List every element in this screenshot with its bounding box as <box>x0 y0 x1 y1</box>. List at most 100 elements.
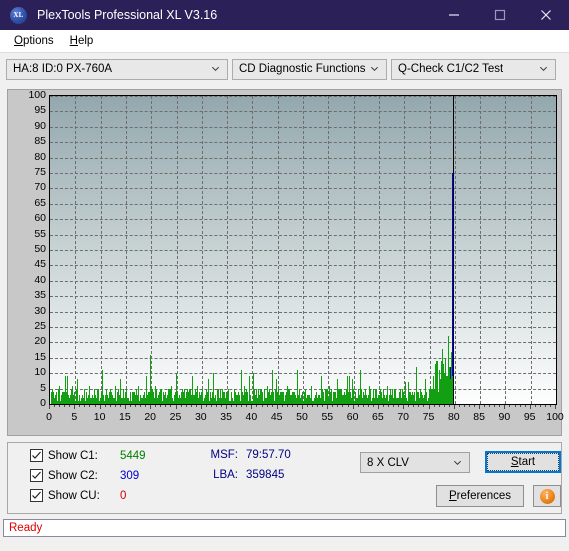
x-axis-tick-label: 85 <box>473 411 485 423</box>
show-c2-label: Show C2: <box>48 469 98 482</box>
menu-help-accel: H <box>69 34 78 47</box>
gridline-horizontal <box>50 327 556 328</box>
x-axis-tick-label: 10 <box>93 411 106 423</box>
show-c2-row: Show C2: 309 <box>30 469 139 482</box>
x-axis-tick-label: 0 <box>46 411 52 423</box>
preferences-button[interactable]: Preferences <box>436 485 524 507</box>
c2-value: 309 <box>120 469 140 482</box>
gridline-vertical <box>252 96 253 404</box>
menu-item-options[interactable]: Options <box>6 33 62 49</box>
gridline-vertical <box>379 96 380 404</box>
x-axis-tick-label: 80 <box>447 411 460 423</box>
menu-item-help[interactable]: Help <box>62 33 102 49</box>
x-axis-tick-label: 70 <box>397 411 410 423</box>
x-axis-tick-label: 90 <box>498 411 511 423</box>
x-axis-tick-label: 100 <box>546 411 564 423</box>
x-axis-tick-label: 45 <box>270 411 283 423</box>
gridline-horizontal <box>50 127 556 128</box>
gridline-horizontal <box>50 96 556 97</box>
gridline-horizontal <box>50 111 556 112</box>
function-group-select[interactable]: CD Diagnostic Functions <box>232 58 387 80</box>
gridline-vertical <box>455 96 456 404</box>
gridline-horizontal <box>50 250 556 251</box>
show-c1-checkbox[interactable] <box>30 449 43 462</box>
start-button[interactable]: Start <box>485 451 561 473</box>
gridline-vertical <box>480 96 481 404</box>
show-cu-checkbox[interactable] <box>30 489 43 502</box>
x-axis-tick-label: 30 <box>194 411 207 423</box>
show-c1-row: Show C1: 5449 <box>30 449 146 462</box>
x-axis-tick-label: 20 <box>144 411 157 423</box>
app-window: XL PlexTools Professional XL V3.16 Optio… <box>0 0 569 551</box>
selector-row: HA:8 ID:0 PX-760A CD Diagnostic Function… <box>0 52 569 85</box>
gridline-horizontal <box>50 312 556 313</box>
gridline-vertical <box>430 96 431 404</box>
show-cu-label: Show CU: <box>48 489 100 502</box>
gridline-vertical <box>177 96 178 404</box>
app-icon: XL <box>10 6 27 24</box>
gridline-vertical <box>75 96 76 404</box>
menu-bar: Options Help <box>0 30 569 52</box>
gridline-vertical <box>531 96 532 404</box>
lba-value: 359845 <box>246 469 285 481</box>
gridline-vertical <box>404 96 405 404</box>
start-button-inner: Start <box>487 453 559 471</box>
x-axis-tick-label: 40 <box>245 411 258 423</box>
start-accel: S <box>510 456 519 468</box>
chart-bar-c1 <box>347 376 348 404</box>
prefs-rest: references <box>456 490 511 502</box>
lba-row: LBA: 359845 <box>204 469 284 481</box>
status-text: Ready <box>9 522 43 534</box>
start-button-label-rest: tart <box>518 456 536 468</box>
close-icon[interactable] <box>523 0 569 30</box>
gridline-vertical <box>303 96 304 404</box>
gridline-horizontal <box>50 265 556 266</box>
msf-value: 79:57.70 <box>246 449 291 461</box>
x-axis-tick-label: 60 <box>346 411 359 423</box>
gridline-vertical <box>328 96 329 404</box>
speed-select[interactable]: 8 X CLV <box>360 452 470 473</box>
x-axis-tick-label: 75 <box>422 411 435 423</box>
minimize-icon[interactable] <box>431 0 477 30</box>
function-group-value: CD Diagnostic Functions <box>239 63 366 75</box>
show-c2-checkbox[interactable] <box>30 469 43 482</box>
window-controls <box>431 0 569 30</box>
gridline-horizontal <box>50 142 556 143</box>
cu-value: 0 <box>120 489 127 502</box>
drive-select[interactable]: HA:8 ID:0 PX-760A <box>6 58 228 80</box>
chevron-down-icon <box>539 66 548 72</box>
show-c1-label: Show C1: <box>48 449 98 462</box>
drive-select-value: HA:8 ID:0 PX-760A <box>13 63 113 75</box>
maximize-icon[interactable] <box>477 0 523 30</box>
gridline-vertical <box>227 96 228 404</box>
x-axis-tick-label: 95 <box>523 411 536 423</box>
plot-area <box>49 95 557 405</box>
menu-options-rest: ptions <box>22 34 54 47</box>
test-select[interactable]: Q-Check C1/C2 Test <box>391 58 556 80</box>
gridline-horizontal <box>50 235 556 236</box>
x-axis-tick-label: 35 <box>220 411 232 423</box>
gridline-vertical <box>151 96 152 404</box>
prefs-accel-wrap: Preferences <box>449 490 511 502</box>
x-axis-tick-label: 15 <box>119 411 131 423</box>
x-axis-tick-label: 25 <box>169 411 182 423</box>
test-select-value: Q-Check C1/C2 Test <box>398 63 504 75</box>
x-axis-tick-label: 50 <box>296 411 308 423</box>
gridline-vertical <box>101 96 102 404</box>
gridline-vertical <box>505 96 506 404</box>
info-icon: i <box>539 488 555 504</box>
gridline-horizontal <box>50 358 556 359</box>
gridline-horizontal <box>50 204 556 205</box>
chevron-down-icon <box>370 66 379 72</box>
gridline-horizontal <box>50 219 556 220</box>
prefs-accel: P <box>448 490 457 502</box>
lba-label: LBA: <box>213 469 238 481</box>
check-icon <box>32 471 41 479</box>
menu-help-rest: elp <box>77 34 94 47</box>
info-button[interactable]: i <box>533 485 561 507</box>
plot-wrapper: 0 5 10 15 20 25 30 35 40 45 50 55 60 65 70 75 80 85 90 95 10… <box>8 89 564 435</box>
gridline-vertical <box>278 96 279 404</box>
x-axis-tick-label: 5 <box>71 411 78 423</box>
gridline-horizontal <box>50 188 556 189</box>
gridline-horizontal <box>50 173 556 174</box>
